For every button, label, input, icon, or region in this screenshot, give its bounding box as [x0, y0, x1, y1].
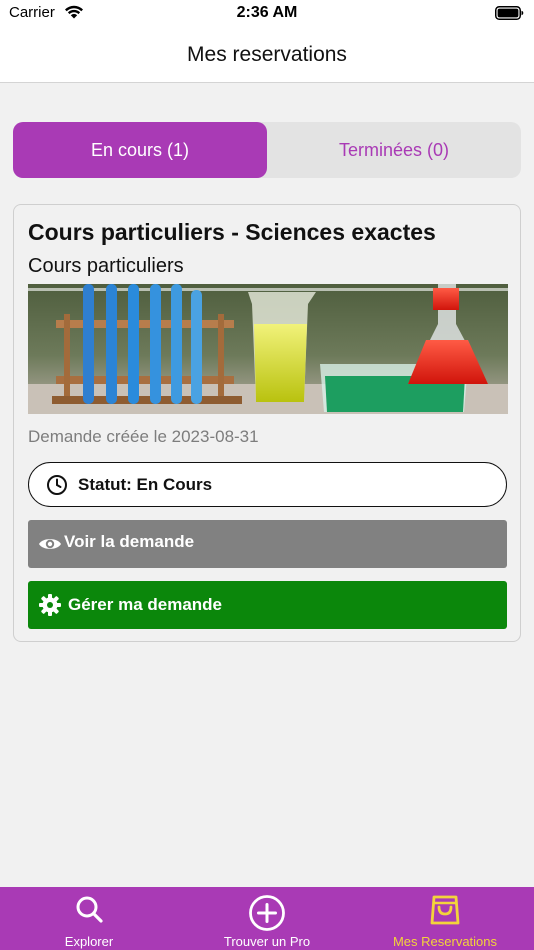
- manage-request-label: Gérer ma demande: [68, 595, 223, 614]
- eye-icon: [38, 532, 62, 561]
- lab-equipment-image: [28, 284, 508, 414]
- nav-header: Mes reservations: [0, 30, 534, 83]
- search-icon: [0, 894, 178, 929]
- nav-mes-reservations[interactable]: Mes Reservations: [356, 887, 534, 950]
- manage-request-button[interactable]: Gérer ma demande: [28, 581, 507, 629]
- tab-terminees[interactable]: Terminées (0): [267, 122, 521, 178]
- view-request-label: Voir la demande: [64, 532, 195, 551]
- battery-icon: [495, 6, 524, 25]
- bottom-tab-bar: Explorer Trouver un Pro Mes Reservations: [0, 887, 534, 950]
- clock-icon: [46, 474, 68, 501]
- reservation-category: Cours particuliers: [28, 255, 184, 277]
- plus-circle-icon: [178, 894, 356, 937]
- shopping-bag-icon: [356, 894, 534, 931]
- status-time: 2:36 AM: [236, 4, 298, 21]
- reservation-title: Cours particuliers - Sciences exactes: [28, 219, 436, 245]
- page-title: Mes reservations: [187, 43, 347, 66]
- status-bar: Carrier 2:36 AM: [0, 0, 534, 30]
- nav-trouver-un-pro[interactable]: Trouver un Pro: [178, 887, 356, 950]
- created-date: Demande créée le 2023-08-31: [28, 427, 259, 446]
- nav-trouver-label: Trouver un Pro: [223, 934, 311, 949]
- view-request-button[interactable]: Voir la demande: [28, 520, 507, 568]
- nav-reservations-label: Mes Reservations: [392, 934, 498, 949]
- gear-icon: [38, 593, 62, 622]
- nav-explorer-label: Explorer: [64, 934, 114, 949]
- tab-en-cours[interactable]: En cours (1): [13, 122, 267, 178]
- status-badge: Statut: En Cours: [28, 462, 507, 507]
- reservation-tabs: En cours (1) Terminées (0): [13, 122, 521, 178]
- status-text: Statut: En Cours: [78, 475, 213, 494]
- nav-explorer[interactable]: Explorer: [0, 887, 178, 950]
- reservation-card: Cours particuliers - Sciences exactes Co…: [13, 204, 521, 642]
